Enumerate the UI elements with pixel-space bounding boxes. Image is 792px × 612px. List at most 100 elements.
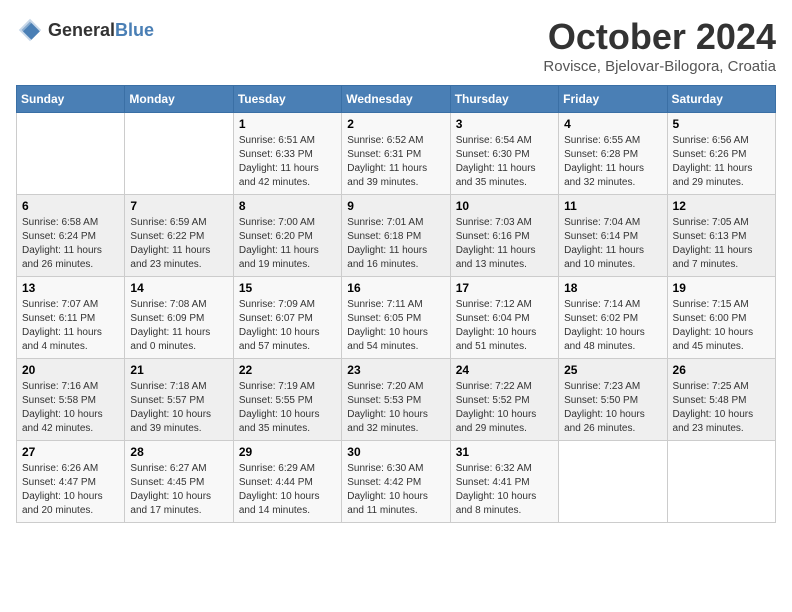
logo-icon <box>16 16 44 44</box>
calendar-cell: 5 Sunrise: 6:56 AM Sunset: 6:26 PM Daylig… <box>667 113 775 195</box>
day-info: Sunrise: 7:07 AM Sunset: 6:11 PM Dayligh… <box>22 298 119 354</box>
day-info: Sunrise: 6:32 AM Sunset: 4:41 PM Dayligh… <box>456 462 553 518</box>
logo-blue: Blue <box>115 20 154 40</box>
calendar-week-row: 13Sunrise: 7:07 AM Sunset: 6:11 PM Dayli… <box>17 277 776 359</box>
day-info: Sunrise: 6:56 AM Sunset: 6:26 PM Dayligh… <box>673 134 770 190</box>
calendar-cell: 13Sunrise: 7:07 AM Sunset: 6:11 PM Dayli… <box>17 277 125 359</box>
calendar-cell: 3 Sunrise: 6:54 AM Sunset: 6:30 PM Daylig… <box>450 113 558 195</box>
day-number: 16 <box>347 281 444 295</box>
day-number: 28 <box>130 445 227 459</box>
calendar-cell: 17Sunrise: 7:12 AM Sunset: 6:04 PM Dayli… <box>450 277 558 359</box>
day-number: 31 <box>456 445 553 459</box>
calendar-cell <box>559 441 667 523</box>
day-number: 26 <box>673 363 770 377</box>
weekday-header-thursday: Thursday <box>450 86 558 113</box>
day-info: Sunrise: 7:20 AM Sunset: 5:53 PM Dayligh… <box>347 380 444 436</box>
calendar-week-row: 6 Sunrise: 6:58 AM Sunset: 6:24 PM Daylig… <box>17 195 776 277</box>
calendar-cell <box>125 113 233 195</box>
day-info: Sunrise: 6:54 AM Sunset: 6:30 PM Dayligh… <box>456 134 553 190</box>
calendar-cell: 21 Sunrise: 7:18 AM Sunset: 5:57 PM Dayli… <box>125 359 233 441</box>
calendar-cell: 6 Sunrise: 6:58 AM Sunset: 6:24 PM Daylig… <box>17 195 125 277</box>
calendar-cell: 28 Sunrise: 6:27 AM Sunset: 4:45 PM Dayli… <box>125 441 233 523</box>
day-number: 23 <box>347 363 444 377</box>
calendar-cell: 31 Sunrise: 6:32 AM Sunset: 4:41 PM Dayli… <box>450 441 558 523</box>
calendar-week-row: 27Sunrise: 6:26 AM Sunset: 4:47 PM Dayli… <box>17 441 776 523</box>
day-number: 21 <box>130 363 227 377</box>
day-info: Sunrise: 7:25 AM Sunset: 5:48 PM Dayligh… <box>673 380 770 436</box>
day-number: 15 <box>239 281 336 295</box>
day-info: Sunrise: 7:00 AM Sunset: 6:20 PM Dayligh… <box>239 216 336 272</box>
calendar-cell: 23 Sunrise: 7:20 AM Sunset: 5:53 PM Dayli… <box>342 359 450 441</box>
calendar-cell: 15 Sunrise: 7:09 AM Sunset: 6:07 PM Dayli… <box>233 277 341 359</box>
day-info: Sunrise: 7:09 AM Sunset: 6:07 PM Dayligh… <box>239 298 336 354</box>
day-number: 7 <box>130 199 227 213</box>
weekday-header-tuesday: Tuesday <box>233 86 341 113</box>
calendar-cell <box>667 441 775 523</box>
weekday-header-monday: Monday <box>125 86 233 113</box>
day-number: 29 <box>239 445 336 459</box>
day-info: Sunrise: 7:05 AM Sunset: 6:13 PM Dayligh… <box>673 216 770 272</box>
day-number: 25 <box>564 363 661 377</box>
day-number: 6 <box>22 199 119 213</box>
calendar-week-row: 20 Sunrise: 7:16 AM Sunset: 5:58 PM Dayli… <box>17 359 776 441</box>
day-info: Sunrise: 6:58 AM Sunset: 6:24 PM Dayligh… <box>22 216 119 272</box>
month-title: October 2024 <box>543 16 776 58</box>
day-info: Sunrise: 7:03 AM Sunset: 6:16 PM Dayligh… <box>456 216 553 272</box>
day-info: Sunrise: 7:19 AM Sunset: 5:55 PM Dayligh… <box>239 380 336 436</box>
calendar-cell: 11Sunrise: 7:04 AM Sunset: 6:14 PM Dayli… <box>559 195 667 277</box>
calendar-cell: 26 Sunrise: 7:25 AM Sunset: 5:48 PM Dayli… <box>667 359 775 441</box>
day-number: 14 <box>130 281 227 295</box>
day-info: Sunrise: 6:30 AM Sunset: 4:42 PM Dayligh… <box>347 462 444 518</box>
day-info: Sunrise: 7:14 AM Sunset: 6:02 PM Dayligh… <box>564 298 661 354</box>
calendar-cell: 12Sunrise: 7:05 AM Sunset: 6:13 PM Dayli… <box>667 195 775 277</box>
day-number: 30 <box>347 445 444 459</box>
day-number: 1 <box>239 117 336 131</box>
calendar-week-row: 1Sunrise: 6:51 AM Sunset: 6:33 PM Daylig… <box>17 113 776 195</box>
weekday-header-friday: Friday <box>559 86 667 113</box>
calendar-cell: 10 Sunrise: 7:03 AM Sunset: 6:16 PM Dayli… <box>450 195 558 277</box>
day-info: Sunrise: 7:12 AM Sunset: 6:04 PM Dayligh… <box>456 298 553 354</box>
calendar-cell: 4Sunrise: 6:55 AM Sunset: 6:28 PM Daylig… <box>559 113 667 195</box>
logo-text: GeneralBlue <box>48 20 154 41</box>
day-number: 5 <box>673 117 770 131</box>
day-info: Sunrise: 6:59 AM Sunset: 6:22 PM Dayligh… <box>130 216 227 272</box>
calendar-cell: 20 Sunrise: 7:16 AM Sunset: 5:58 PM Dayli… <box>17 359 125 441</box>
calendar-cell: 29 Sunrise: 6:29 AM Sunset: 4:44 PM Dayli… <box>233 441 341 523</box>
weekday-header-wednesday: Wednesday <box>342 86 450 113</box>
calendar-cell: 18 Sunrise: 7:14 AM Sunset: 6:02 PM Dayli… <box>559 277 667 359</box>
day-number: 18 <box>564 281 661 295</box>
calendar-cell: 19Sunrise: 7:15 AM Sunset: 6:00 PM Dayli… <box>667 277 775 359</box>
day-number: 10 <box>456 199 553 213</box>
calendar-cell: 14 Sunrise: 7:08 AM Sunset: 6:09 PM Dayli… <box>125 277 233 359</box>
calendar-cell: 22 Sunrise: 7:19 AM Sunset: 5:55 PM Dayli… <box>233 359 341 441</box>
day-info: Sunrise: 7:16 AM Sunset: 5:58 PM Dayligh… <box>22 380 119 436</box>
day-info: Sunrise: 7:22 AM Sunset: 5:52 PM Dayligh… <box>456 380 553 436</box>
location-subtitle: Rovisce, Bjelovar-Bilogora, Croatia <box>543 58 776 75</box>
calendar-cell: 16 Sunrise: 7:11 AM Sunset: 6:05 PM Dayli… <box>342 277 450 359</box>
day-info: Sunrise: 6:27 AM Sunset: 4:45 PM Dayligh… <box>130 462 227 518</box>
calendar-table: SundayMondayTuesdayWednesdayThursdayFrid… <box>16 85 776 523</box>
day-info: Sunrise: 6:29 AM Sunset: 4:44 PM Dayligh… <box>239 462 336 518</box>
page-header: GeneralBlue October 2024 Rovisce, Bjelov… <box>16 16 776 75</box>
calendar-cell: 24Sunrise: 7:22 AM Sunset: 5:52 PM Dayli… <box>450 359 558 441</box>
weekday-header-saturday: Saturday <box>667 86 775 113</box>
weekday-header-row: SundayMondayTuesdayWednesdayThursdayFrid… <box>17 86 776 113</box>
day-number: 8 <box>239 199 336 213</box>
day-info: Sunrise: 6:52 AM Sunset: 6:31 PM Dayligh… <box>347 134 444 190</box>
day-info: Sunrise: 6:26 AM Sunset: 4:47 PM Dayligh… <box>22 462 119 518</box>
logo-general: General <box>48 20 115 40</box>
calendar-cell <box>17 113 125 195</box>
day-number: 4 <box>564 117 661 131</box>
day-info: Sunrise: 7:18 AM Sunset: 5:57 PM Dayligh… <box>130 380 227 436</box>
day-number: 20 <box>22 363 119 377</box>
calendar-cell: 25 Sunrise: 7:23 AM Sunset: 5:50 PM Dayli… <box>559 359 667 441</box>
day-info: Sunrise: 7:11 AM Sunset: 6:05 PM Dayligh… <box>347 298 444 354</box>
day-number: 19 <box>673 281 770 295</box>
day-number: 2 <box>347 117 444 131</box>
calendar-cell: 9Sunrise: 7:01 AM Sunset: 6:18 PM Daylig… <box>342 195 450 277</box>
day-number: 3 <box>456 117 553 131</box>
day-info: Sunrise: 7:08 AM Sunset: 6:09 PM Dayligh… <box>130 298 227 354</box>
day-info: Sunrise: 7:23 AM Sunset: 5:50 PM Dayligh… <box>564 380 661 436</box>
calendar-cell: 7 Sunrise: 6:59 AM Sunset: 6:22 PM Daylig… <box>125 195 233 277</box>
day-number: 22 <box>239 363 336 377</box>
